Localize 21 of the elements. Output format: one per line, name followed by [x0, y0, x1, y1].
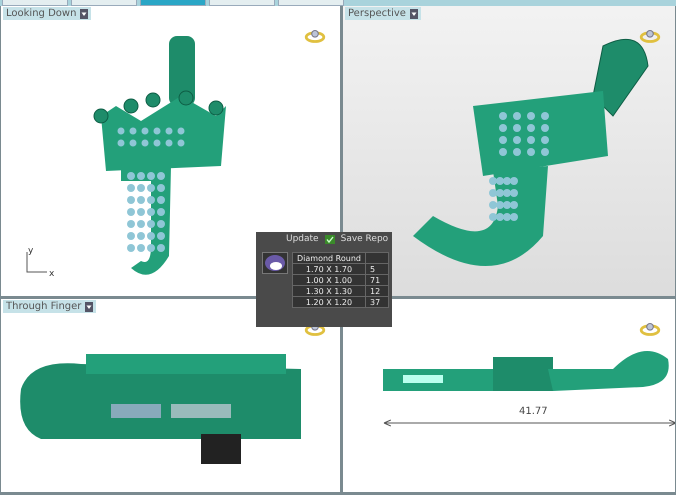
axis-label: y: [28, 246, 34, 256]
axis-label: x: [49, 269, 54, 279]
ring-icon[interactable]: [639, 321, 661, 337]
viewport-label[interactable]: Perspective: [345, 7, 421, 20]
viewport-label[interactable]: Looking Down: [3, 7, 92, 20]
viewport-label[interactable]: Through Finger: [3, 300, 96, 313]
caret-icon[interactable]: [410, 8, 418, 18]
dimension-value: 41.77: [519, 406, 548, 417]
save-report-button[interactable]: Save Repo: [340, 234, 388, 244]
update-button[interactable]: Update: [286, 234, 319, 244]
column-header: Diamond Round: [292, 252, 366, 264]
diamond-icon: [262, 252, 288, 274]
ring-icon[interactable]: [304, 28, 326, 44]
table-cell: 1.20 X 1.20: [292, 296, 366, 308]
caret-icon[interactable]: [85, 302, 94, 312]
table-cell: 1.00 X 1.00: [292, 274, 366, 286]
table-cell: 1.70 X 1.70: [292, 264, 366, 274]
caret-icon[interactable]: [80, 8, 88, 18]
check-icon: [324, 234, 335, 244]
table-cell: 1.30 X 1.30: [292, 286, 366, 296]
ring-icon[interactable]: [639, 28, 661, 44]
